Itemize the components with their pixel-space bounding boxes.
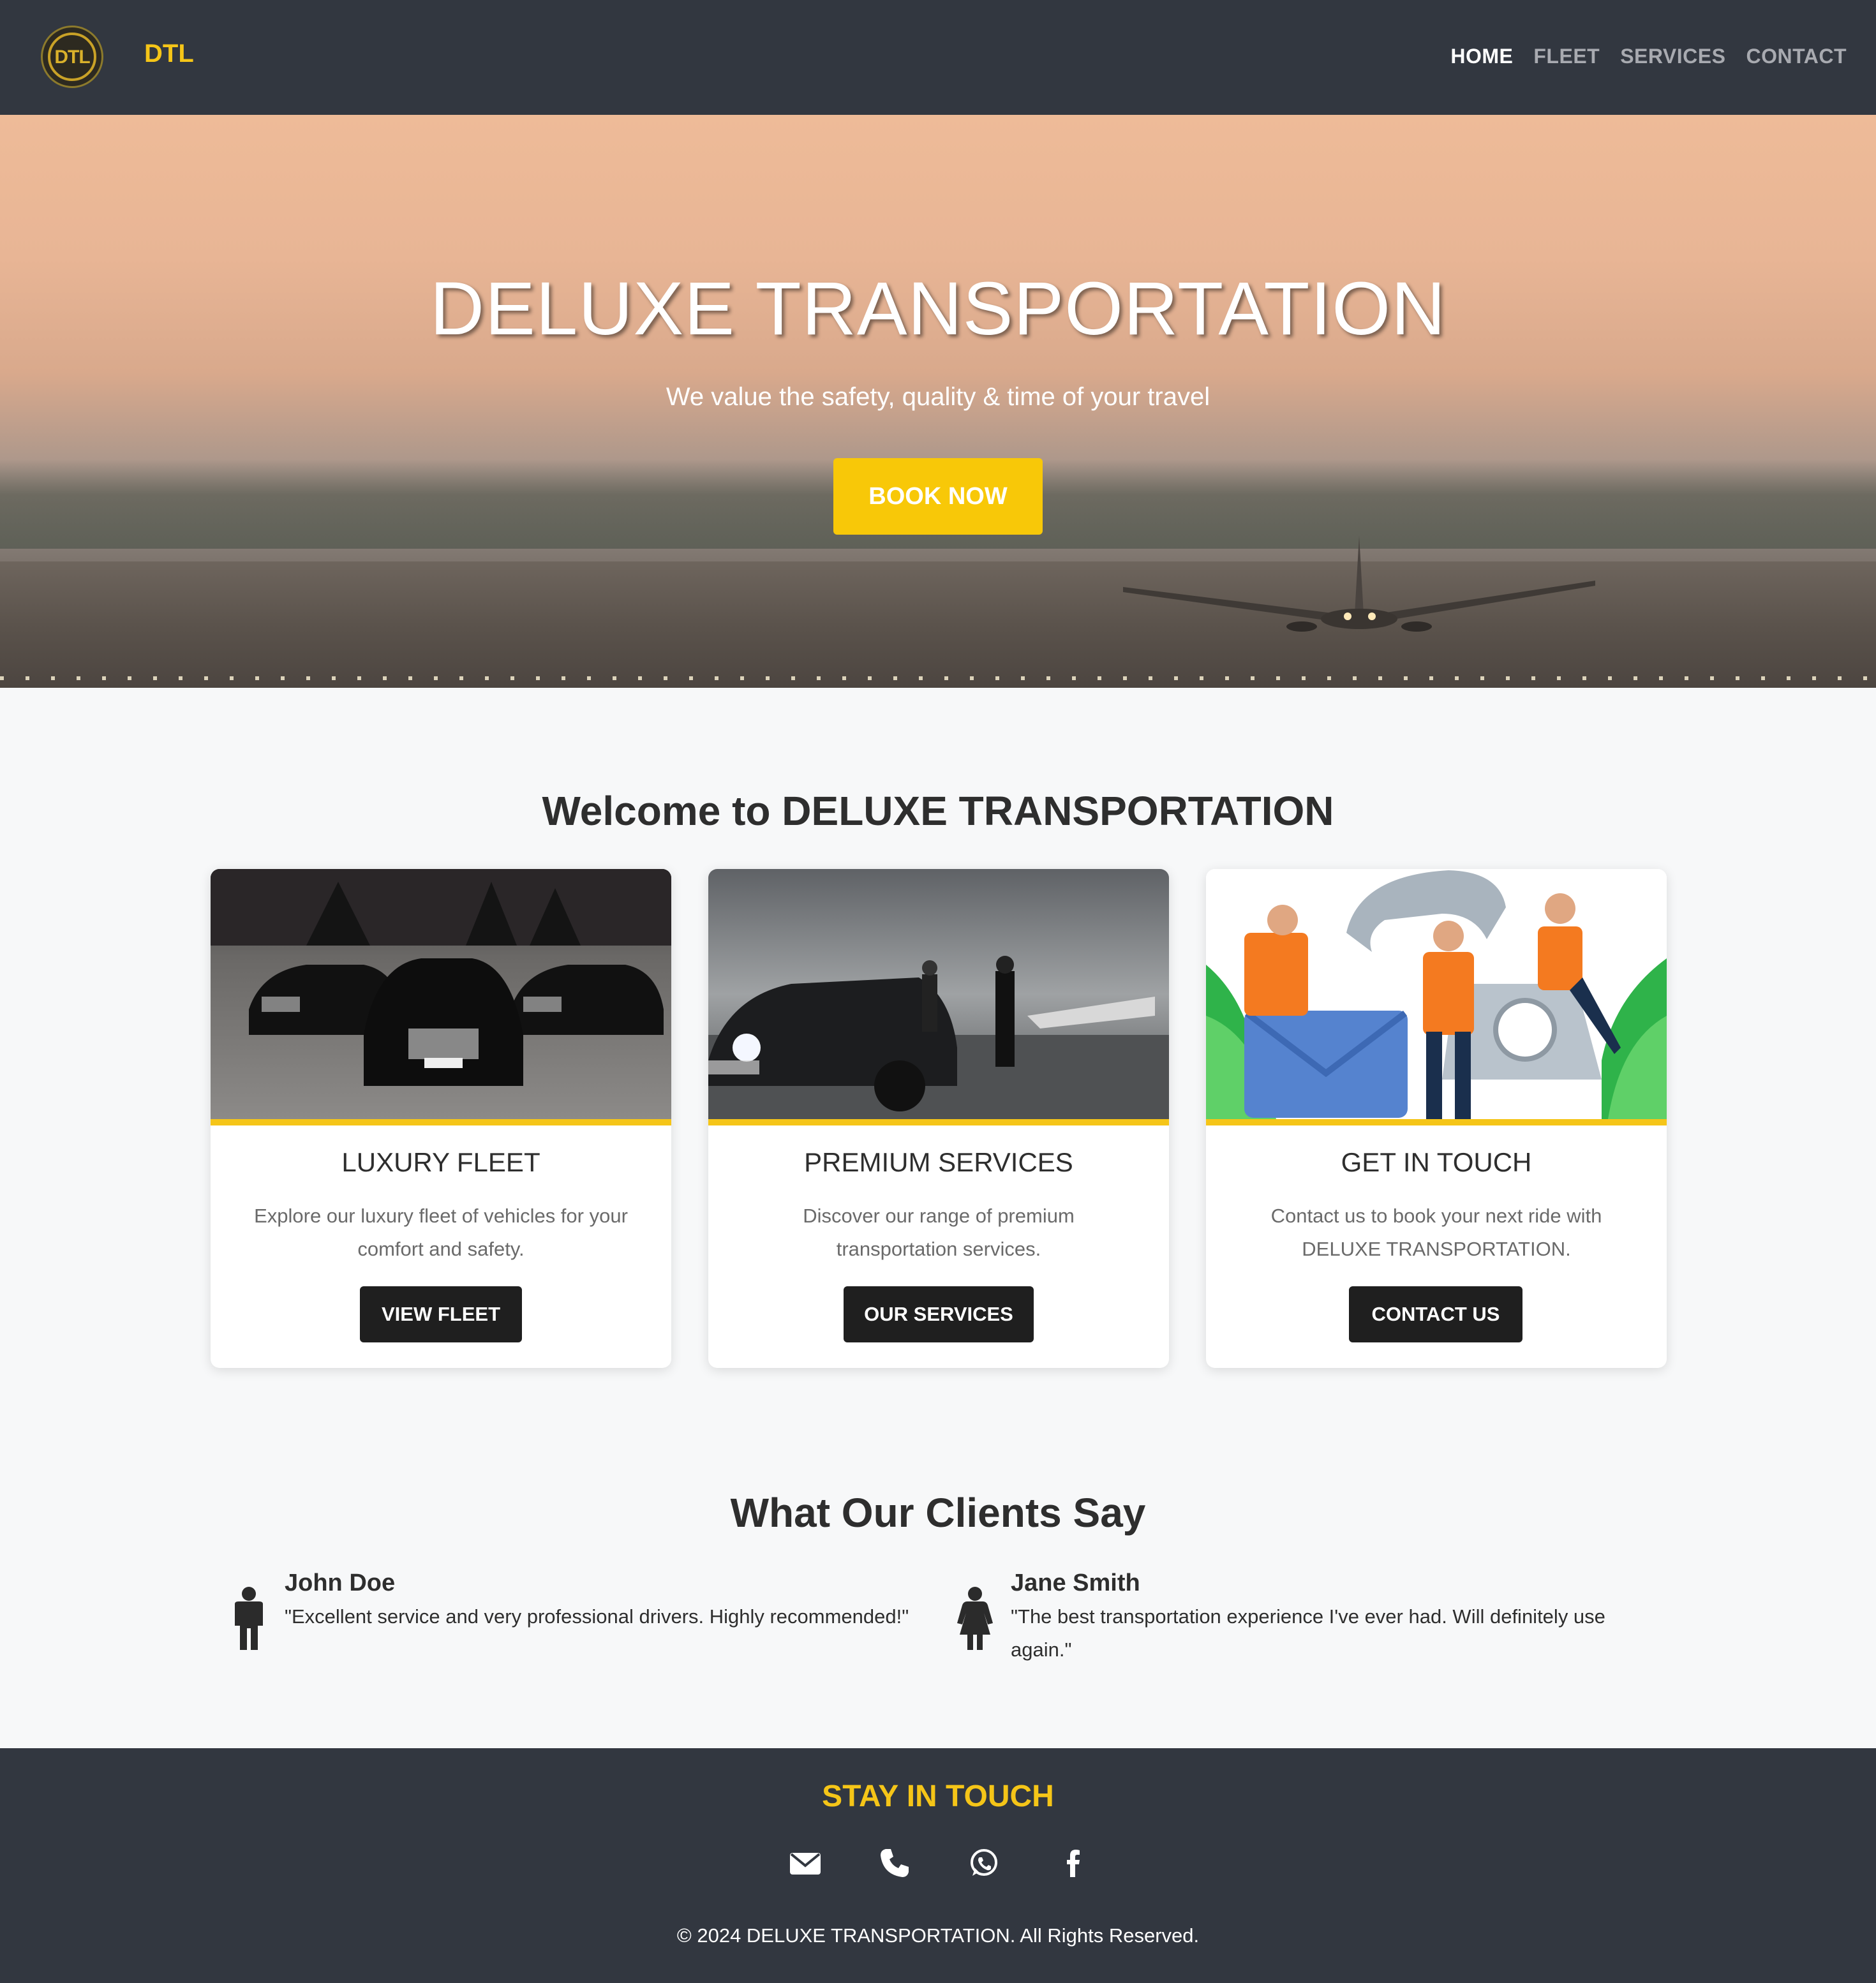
card-accent-bar bbox=[1206, 1119, 1667, 1125]
dtl-logo[interactable]: DTL bbox=[41, 26, 103, 88]
chauffeur-service-image bbox=[708, 869, 1169, 1119]
card-accent-bar bbox=[708, 1119, 1169, 1125]
luxury-cars-image bbox=[211, 869, 671, 1119]
card-get-in-touch: GET IN TOUCH Contact us to book your nex… bbox=[1206, 869, 1667, 1368]
nav-link-services[interactable]: SERVICES bbox=[1620, 45, 1725, 68]
top-navbar: DTL DTL HOME FLEET SERVICES CONTACT bbox=[0, 0, 1876, 115]
book-now-button[interactable]: BOOK NOW bbox=[833, 458, 1043, 535]
hero-title: DELUXE TRANSPORTATION bbox=[429, 267, 1447, 351]
whatsapp-icon[interactable] bbox=[967, 1846, 1001, 1880]
testimonial-quote: "Excellent service and very professional… bbox=[285, 1605, 909, 1628]
contact-illustration bbox=[1206, 869, 1667, 1119]
main-menu: HOME FLEET SERVICES CONTACT bbox=[1450, 45, 1847, 68]
card-text: Explore our luxury fleet of vehicles for… bbox=[254, 1205, 628, 1260]
card-premium-services: PREMIUM SERVICES Discover our range of p… bbox=[708, 869, 1169, 1368]
card-title: GET IN TOUCH bbox=[1341, 1147, 1532, 1177]
card-title: PREMIUM SERVICES bbox=[804, 1147, 1073, 1177]
hero-banner: DELUXE TRANSPORTATION We value the safet… bbox=[0, 115, 1876, 688]
testimonial-quote: "The best transportation experience I've… bbox=[1011, 1605, 1605, 1661]
testimonial-name: Jane Smith bbox=[1011, 1570, 1140, 1596]
card-title: LUXURY FLEET bbox=[341, 1147, 540, 1177]
card-accent-bar bbox=[211, 1119, 671, 1125]
card-luxury-fleet: LUXURY FLEET Explore our luxury fleet of… bbox=[211, 869, 671, 1368]
hero-subtitle: We value the safety, quality & time of y… bbox=[666, 383, 1210, 411]
welcome-heading: Welcome to DELUXE TRANSPORTATION bbox=[542, 788, 1334, 834]
card-text: Contact us to book your next ride with D… bbox=[1270, 1205, 1602, 1260]
site-footer: STAY IN TOUCH © 2024 DELUXE TRANSPORTATI… bbox=[0, 1748, 1876, 1983]
social-links bbox=[789, 1846, 1090, 1880]
envelope-icon[interactable] bbox=[789, 1846, 822, 1880]
testimonial-name: John Doe bbox=[285, 1570, 396, 1596]
footer-heading: STAY IN TOUCH bbox=[822, 1779, 1054, 1813]
view-fleet-button[interactable]: VIEW FLEET bbox=[360, 1286, 522, 1342]
male-person-icon bbox=[235, 1587, 263, 1650]
copyright-text: © 2024 DELUXE TRANSPORTATION. All Rights… bbox=[676, 1924, 1200, 1947]
our-services-button[interactable]: OUR SERVICES bbox=[844, 1286, 1034, 1342]
nav-link-home[interactable]: HOME bbox=[1450, 45, 1513, 68]
brand-name[interactable]: DTL bbox=[144, 40, 194, 68]
runway-lights bbox=[0, 676, 1876, 680]
phone-icon[interactable] bbox=[878, 1846, 911, 1880]
card-text: Discover our range of premium transporta… bbox=[803, 1205, 1075, 1260]
facebook-icon[interactable] bbox=[1057, 1846, 1090, 1880]
contact-us-button[interactable]: CONTACT US bbox=[1349, 1286, 1522, 1342]
logo-text: DTL bbox=[54, 47, 90, 68]
testimonials-heading: What Our Clients Say bbox=[730, 1490, 1146, 1536]
airplane-image bbox=[1123, 536, 1595, 632]
nav-link-fleet[interactable]: FLEET bbox=[1533, 45, 1600, 68]
nav-link-contact[interactable]: CONTACT bbox=[1746, 45, 1847, 68]
female-person-icon bbox=[957, 1587, 993, 1650]
